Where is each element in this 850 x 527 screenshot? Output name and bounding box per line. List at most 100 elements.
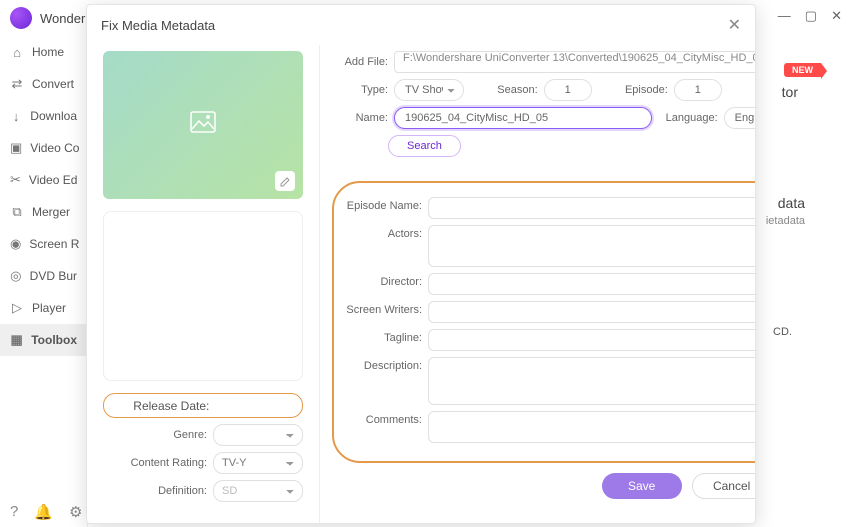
merge-icon: ⧉ (10, 204, 24, 220)
screen-writers-row: Screen Writers: (344, 301, 755, 323)
app-logo-icon (10, 7, 32, 29)
plot-summary-box[interactable] (103, 211, 303, 381)
description-label: Description: (344, 357, 422, 372)
comments-row: Comments: (344, 411, 755, 443)
disc-icon: ◎ (10, 268, 22, 284)
video-compress-icon: ▣ (10, 140, 22, 156)
definition-label: Definition: (103, 485, 207, 497)
addfile-path-text: F:\Wondershare UniConverter 13\Converted… (403, 52, 755, 64)
description-input[interactable] (428, 357, 755, 405)
modal-header: Fix Media Metadata ✕ (87, 5, 755, 45)
director-input[interactable] (428, 273, 755, 295)
episode-name-row: Episode Name: (344, 197, 755, 219)
modal-body: Release Date: Genre: Content Rating: TV-… (87, 45, 755, 523)
search-row: Search (332, 135, 755, 157)
help-icon[interactable]: ? (10, 503, 18, 521)
release-date-input[interactable] (213, 398, 273, 413)
content-rating-select[interactable]: TV-Y (213, 452, 303, 474)
sidebar-item-label: Player (32, 301, 66, 315)
season-label: Season: (497, 84, 537, 96)
definition-row: Definition: SD (103, 480, 303, 502)
type-select[interactable]: TV Shows (394, 79, 464, 101)
window-controls: — ▢ ✕ (778, 8, 842, 24)
sidebar: ⌂ Home ⇄ Convert ↓Downloa ▣ Video Co ✂ Video… (0, 36, 88, 527)
addfile-path-display[interactable]: F:\Wondershare UniConverter 13\Converted… (394, 51, 755, 73)
actors-row: Actors: (344, 225, 755, 267)
sidebar-item-screen-recorder[interactable]: ◉ Screen R (0, 228, 87, 260)
genre-select[interactable] (213, 424, 303, 446)
left-pane: Release Date: Genre: Content Rating: TV-… (87, 45, 320, 523)
content-rating-label: Content Rating: (103, 457, 207, 469)
release-date-label: Release Date: (133, 399, 209, 413)
sidebar-item-downloader[interactable]: ↓Downloa (0, 100, 87, 132)
metadata-fields-group: Episode Name: Actors: Director: Screen W… (332, 181, 755, 463)
record-icon: ◉ (10, 236, 21, 252)
cancel-button[interactable]: Cancel (692, 473, 755, 499)
type-row: Type: TV Shows Season: Episode: (332, 79, 755, 101)
sidebar-item-converter[interactable]: ⇄ Convert (0, 68, 87, 100)
episode-name-label: Episode Name: (344, 197, 422, 212)
sidebar-item-video-editor[interactable]: ✂ Video Ed (0, 164, 87, 196)
release-date-row: Release Date: (103, 393, 303, 418)
language-label: Language: (666, 112, 718, 124)
bell-icon[interactable]: 🔔 (34, 503, 53, 521)
maximize-button[interactable]: ▢ (805, 8, 817, 24)
tagline-row: Tagline: (344, 329, 755, 351)
bg-text: ietadata (766, 215, 805, 227)
convert-icon: ⇄ (10, 76, 24, 92)
cover-thumbnail[interactable] (103, 51, 303, 199)
comments-input[interactable] (428, 411, 755, 443)
modal-close-button[interactable]: ✕ (728, 15, 741, 35)
minimize-button[interactable]: — (778, 8, 791, 24)
sidebar-item-label: Home (32, 45, 64, 59)
screen-writers-input[interactable] (428, 301, 755, 323)
season-input[interactable] (544, 79, 592, 101)
director-label: Director: (344, 273, 422, 288)
modal-footer: Save Cancel (332, 463, 755, 513)
sidebar-item-label: Downloa (30, 109, 77, 123)
name-input[interactable] (394, 107, 652, 129)
gear-icon[interactable]: ⚙ (69, 503, 82, 521)
name-row: Name: Language: English (332, 107, 755, 129)
sidebar-item-video-compressor[interactable]: ▣ Video Co (0, 132, 87, 164)
actors-label: Actors: (344, 225, 422, 240)
sidebar-item-merger[interactable]: ⧉ Merger (0, 196, 87, 228)
tagline-input[interactable] (428, 329, 755, 351)
content-rating-row: Content Rating: TV-Y (103, 452, 303, 474)
type-label: Type: (332, 84, 388, 96)
save-button[interactable]: Save (602, 473, 682, 499)
app-title: Wonder (40, 11, 85, 26)
sidebar-item-label: Video Ed (29, 173, 78, 187)
search-button[interactable]: Search (388, 135, 461, 157)
genre-label: Genre: (103, 429, 207, 441)
director-row: Director: (344, 273, 755, 295)
close-button[interactable]: ✕ (831, 8, 842, 24)
sidebar-item-label: Video Co (30, 141, 79, 155)
sidebar-item-label: Screen R (29, 237, 79, 251)
sidebar-item-home[interactable]: ⌂ Home (0, 36, 87, 68)
bg-text: tor (782, 84, 798, 100)
home-icon: ⌂ (10, 45, 24, 60)
comments-label: Comments: (344, 411, 422, 426)
screen-writers-label: Screen Writers: (344, 301, 422, 316)
play-icon: ▷ (10, 300, 24, 316)
right-pane: Add File: F:\Wondershare UniConverter 13… (320, 45, 755, 523)
sidebar-item-label: DVD Bur (30, 269, 77, 283)
addfile-label: Add File: (332, 56, 388, 68)
scissors-icon: ✂ (10, 172, 21, 188)
actors-input[interactable] (428, 225, 755, 267)
edit-thumbnail-button[interactable] (275, 171, 295, 191)
genre-row: Genre: (103, 424, 303, 446)
image-placeholder-icon (190, 111, 216, 139)
toolbox-icon: ▦ (10, 332, 23, 348)
sidebar-item-label: Merger (32, 205, 70, 219)
sidebar-item-dvd-burner[interactable]: ◎ DVD Bur (0, 260, 87, 292)
episode-input[interactable] (674, 79, 722, 101)
episode-name-input[interactable] (428, 197, 755, 219)
sidebar-item-player[interactable]: ▷ Player (0, 292, 87, 324)
sidebar-item-label: Convert (32, 77, 74, 91)
sidebar-item-toolbox[interactable]: ▦Toolbox (0, 324, 87, 356)
tagline-label: Tagline: (344, 329, 422, 344)
language-select[interactable]: English (724, 107, 755, 129)
definition-select[interactable]: SD (213, 480, 303, 502)
